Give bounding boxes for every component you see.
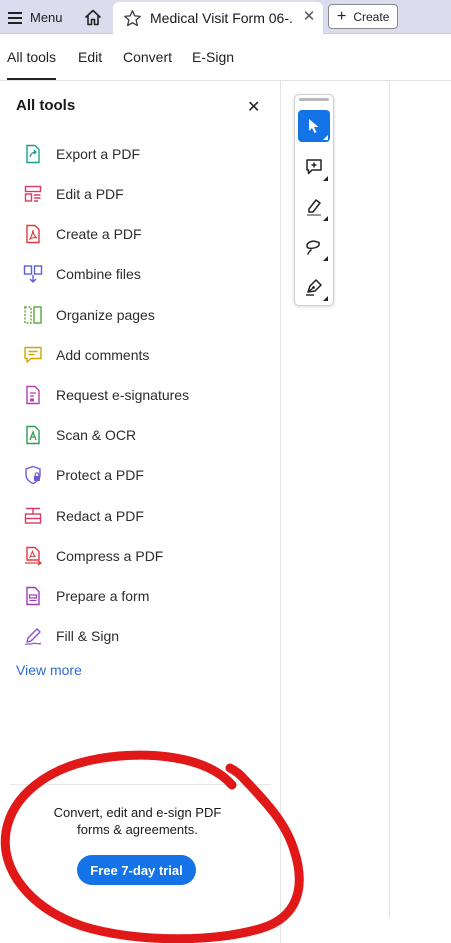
tool-label: Prepare a form — [56, 588, 150, 604]
sign-pen-icon — [306, 279, 322, 296]
tool-add-comments[interactable]: Add comments — [22, 342, 149, 368]
tool-protect-pdf[interactable]: Protect a PDF — [22, 462, 144, 488]
view-more-link[interactable]: View more — [16, 662, 82, 678]
home-icon — [84, 9, 102, 25]
tool-label: Add comments — [56, 347, 150, 363]
tool-label: Create a PDF — [56, 226, 142, 242]
tool-prepare-form[interactable]: Prepare a form — [22, 583, 149, 609]
request-esignatures-icon — [22, 384, 44, 406]
submenu-indicator-icon — [323, 256, 328, 261]
tool-fill-sign[interactable]: Fill & Sign — [22, 623, 119, 649]
tool-label: Protect a PDF — [56, 467, 144, 483]
add-comments-icon — [22, 344, 44, 366]
tool-label: Export a PDF — [56, 146, 141, 162]
tool-label: Compress a PDF — [56, 548, 164, 564]
create-button[interactable]: + Create — [328, 4, 398, 29]
tool-edit-pdf[interactable]: Edit a PDF — [22, 181, 124, 207]
hamburger-icon — [8, 11, 22, 24]
tool-create-pdf[interactable]: Create a PDF — [22, 221, 142, 247]
create-label: Create — [353, 9, 390, 24]
tool-label: Scan & OCR — [56, 427, 137, 443]
star-icon[interactable] — [123, 9, 142, 28]
submenu-indicator-icon — [323, 296, 328, 301]
add-comment-tool-button[interactable] — [298, 151, 330, 183]
compress-pdf-icon — [22, 545, 44, 567]
document-title: Medical Visit Form 06-... — [150, 10, 294, 26]
tool-label: Request e-signatures — [56, 387, 190, 403]
tool-export-pdf[interactable]: Export a PDF — [22, 141, 140, 167]
menu-label: Menu — [30, 9, 63, 25]
tool-scan-ocr[interactable]: Scan & OCR — [22, 422, 136, 448]
select-tool-button[interactable] — [298, 110, 330, 142]
freehand-draw-icon — [306, 240, 320, 255]
tool-combine-files[interactable]: Combine files — [22, 261, 141, 287]
red-circle-annotation — [0, 750, 304, 943]
fill-sign-icon — [22, 625, 44, 647]
tab-edit[interactable]: Edit — [78, 49, 102, 65]
tool-label: Edit a PDF — [56, 186, 124, 202]
redact-pdf-icon — [22, 505, 44, 527]
tool-label: Redact a PDF — [56, 508, 144, 524]
tab-esign[interactable]: E-Sign — [192, 49, 234, 65]
submenu-indicator-icon — [323, 135, 328, 140]
document-tab[interactable]: Medical Visit Form 06-... ✕ — [113, 2, 323, 34]
combine-files-icon — [22, 263, 44, 285]
top-tab-bar: Menu Medical Visit Form 06-... ✕ + Creat… — [0, 0, 451, 34]
tab-all-tools[interactable]: All tools — [7, 49, 57, 80]
export-pdf-icon — [22, 143, 44, 165]
document-edge-line — [389, 81, 390, 916]
close-panel-icon[interactable]: ✕ — [247, 97, 260, 117]
main-nav: All tools Edit Convert E-Sign — [0, 34, 451, 81]
tool-label: Organize pages — [56, 307, 155, 323]
tool-organize-pages[interactable]: Organize pages — [22, 302, 155, 328]
highlight-icon — [307, 199, 321, 216]
tab-convert[interactable]: Convert — [123, 49, 172, 65]
scan-ocr-icon — [22, 424, 44, 446]
quick-tools-toolbar — [294, 94, 334, 306]
toolbar-drag-handle[interactable] — [299, 98, 329, 101]
tool-compress-pdf[interactable]: Compress a PDF — [22, 543, 163, 569]
tool-request-esignatures[interactable]: Request e-signatures — [22, 382, 189, 408]
create-pdf-icon — [22, 223, 44, 245]
prepare-form-icon — [22, 585, 44, 607]
panel-title: All tools — [16, 97, 76, 114]
highlight-tool-button[interactable] — [298, 191, 330, 223]
submenu-indicator-icon — [323, 216, 328, 221]
plus-icon: + — [337, 7, 347, 25]
close-tab-icon[interactable]: ✕ — [301, 9, 317, 25]
tool-label: Combine files — [56, 266, 141, 282]
select-arrow-icon — [309, 119, 319, 133]
menu-button[interactable]: Menu — [0, 4, 75, 30]
tool-redact-pdf[interactable]: Redact a PDF — [22, 503, 144, 529]
edit-pdf-icon — [22, 183, 44, 205]
sign-tool-button[interactable] — [298, 271, 330, 303]
draw-tool-button[interactable] — [298, 231, 330, 263]
organize-pages-icon — [22, 304, 44, 326]
add-comment-icon — [306, 159, 322, 175]
protect-pdf-icon — [22, 464, 44, 486]
tool-label: Fill & Sign — [56, 628, 120, 644]
home-button[interactable] — [78, 3, 108, 31]
submenu-indicator-icon — [323, 176, 328, 181]
